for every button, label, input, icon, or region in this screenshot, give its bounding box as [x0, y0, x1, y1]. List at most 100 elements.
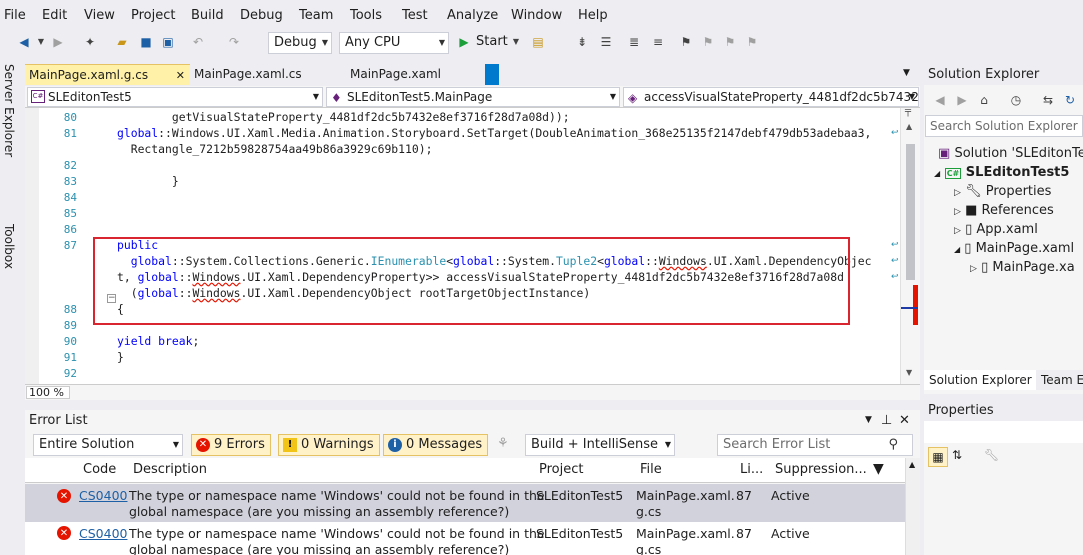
undo-icon[interactable]: ↶ [190, 34, 206, 50]
tree-item-project[interactable]: ◢ C# SLEditonTest5 [934, 163, 1069, 182]
tree-item-mainpage-xaml-cs[interactable]: ▷ ▯ MainPage.xa [970, 258, 1075, 277]
next-bookmark-icon[interactable]: ⚑ [722, 34, 738, 50]
error-file: MainPage.xaml. [636, 488, 735, 503]
warnings-filter-button[interactable]: ! 0 Warnings [278, 434, 380, 456]
step-icon[interactable]: ⇟ [574, 34, 590, 50]
chevron-down-icon[interactable]: ▼ [508, 34, 524, 50]
menu-file[interactable]: File [4, 8, 26, 23]
menu-debug[interactable]: Debug [240, 8, 283, 23]
tree-item-properties[interactable]: ▷ 🔧︎ Properties [954, 182, 1051, 201]
scope-dropdown[interactable]: Entire Solution ▼ [33, 434, 183, 456]
tab-team-explorer[interactable]: Team E [1036, 370, 1083, 390]
chevron-down-icon[interactable]: ▼ [903, 68, 910, 78]
sync-icon[interactable]: ⇆ [1040, 92, 1056, 108]
col-suppression[interactable]: Suppression... [775, 462, 867, 477]
error-code-link[interactable]: CS0400 [79, 488, 127, 504]
error-row[interactable]: ✕ CS0400 The type or namespace name 'Win… [25, 484, 905, 522]
errors-filter-button[interactable]: ✕ 9 Errors [191, 434, 271, 456]
member-dropdown[interactable]: ◈ accessVisualStateProperty_4481df2dc5b7… [623, 87, 919, 107]
chevron-down-icon[interactable]: ▼ [865, 410, 872, 431]
split-icon[interactable]: ╤ [905, 106, 911, 117]
search-solution-explorer-input[interactable]: Search Solution Explorer ( [925, 115, 1083, 137]
error-list-scrollbar[interactable]: ▲ [905, 458, 920, 555]
col-description[interactable]: Description [133, 462, 207, 477]
home-icon[interactable]: ⌂ [976, 92, 992, 108]
align-icon[interactable]: ≣ [626, 34, 642, 50]
clear-bookmark-icon[interactable]: ⚑ [744, 34, 760, 50]
menu-build[interactable]: Build [191, 8, 224, 23]
line-number: 82 [63, 159, 77, 172]
properties-object-selector[interactable] [924, 421, 1083, 443]
messages-filter-button[interactable]: i 0 Messages [383, 434, 489, 456]
bookmark-icon[interactable]: ⚑ [678, 34, 694, 50]
tree-item-app-xaml[interactable]: ▷ ▯ App.xaml [954, 220, 1038, 239]
forward-icon[interactable]: ▶ [954, 92, 970, 108]
error-code-link[interactable]: CS0400 [79, 526, 127, 542]
menu-view[interactable]: View [84, 8, 115, 23]
platform-dropdown[interactable]: Any CPU ▼ [339, 32, 449, 54]
messages-label: 0 Messages [406, 437, 483, 452]
menu-edit[interactable]: Edit [42, 8, 67, 23]
browser-link-icon[interactable]: ▤ [530, 34, 546, 50]
editor-scrollbar[interactable]: ╤ ▲ ▼ [900, 106, 920, 384]
start-icon[interactable]: ▶ [456, 34, 472, 50]
open-file-icon[interactable]: ▰ [114, 34, 130, 50]
menu-window[interactable]: Window [511, 8, 562, 23]
refresh-icon[interactable]: ↻ [1062, 92, 1078, 108]
scroll-down-icon[interactable]: ▼ [906, 368, 912, 377]
back-icon[interactable]: ◀ [16, 34, 32, 50]
toolbox-tab[interactable]: Toolbox [2, 224, 16, 269]
tab-solution-explorer[interactable]: Solution Explorer [924, 370, 1036, 390]
menu-help[interactable]: Help [578, 8, 608, 23]
prev-bookmark-icon[interactable]: ⚑ [700, 34, 716, 50]
categorized-icon[interactable]: ▦ [928, 447, 948, 467]
tab-mainpage-g-cs[interactable]: MainPage.xaml.g.cs ✕ [25, 64, 190, 85]
pin-icon[interactable]: ⊥ [881, 410, 892, 431]
scroll-up-icon[interactable]: ▲ [906, 122, 912, 131]
back-icon[interactable]: ◀ [932, 92, 948, 108]
col-project[interactable]: Project [539, 462, 583, 477]
close-icon[interactable]: ✕ [899, 410, 910, 431]
menu-test[interactable]: Test [402, 8, 428, 23]
class-dropdown[interactable]: ♦ SLEditonTest5.MainPage ▼ [326, 87, 620, 107]
filter-icon[interactable]: ⚘ [497, 436, 509, 451]
col-line[interactable]: Li... [740, 462, 763, 477]
filter-icon[interactable]: ▼ [873, 461, 884, 477]
menu-tools[interactable]: Tools [350, 8, 382, 23]
scroll-up-icon[interactable]: ▲ [909, 460, 915, 469]
history-icon[interactable]: ◷ [1008, 92, 1024, 108]
col-file[interactable]: File [640, 462, 662, 477]
tree-item-solution[interactable]: ▣ Solution 'SLEditonTest5 [938, 144, 1083, 163]
error-row[interactable]: ✕ CS0400 The type or namespace name 'Win… [25, 522, 905, 555]
project-dropdown[interactable]: C# SLEditonTest5 ▼ [27, 87, 323, 107]
menu-team[interactable]: Team [299, 8, 333, 23]
forward-icon[interactable]: ▶ [50, 34, 66, 50]
redo-icon[interactable]: ↷ [226, 34, 242, 50]
save-all-icon[interactable]: ▣ [160, 34, 176, 50]
solution-explorer-header: Solution Explorer [924, 64, 1083, 85]
build-filter-dropdown[interactable]: Build + IntelliSense ▼ [525, 434, 675, 456]
wrench-icon[interactable]: 🔧︎ [984, 448, 999, 462]
indent-icon[interactable]: ≡ [650, 34, 666, 50]
wrench-icon: 🔧︎ [965, 184, 982, 199]
tab-mainpage-cs[interactable]: MainPage.xaml.cs [190, 64, 350, 85]
tree-item-references[interactable]: ▷ ■ References [954, 201, 1054, 220]
start-button[interactable]: Start [476, 34, 508, 49]
tree-item-mainpage-xaml[interactable]: ◢ ▯ MainPage.xaml [954, 239, 1074, 258]
new-project-icon[interactable]: ✦ [82, 34, 98, 50]
col-code[interactable]: Code [83, 462, 116, 477]
error-list-panel: Error List ▼ ⊥ ✕ Entire Solution ▼ ✕ 9 E… [25, 410, 920, 555]
tab-mainpage-xaml[interactable]: MainPage.xaml [348, 64, 485, 85]
search-error-list-input[interactable]: Search Error List ⚲ [717, 434, 913, 456]
config-dropdown[interactable]: Debug ▼ [268, 32, 332, 54]
close-icon[interactable]: ✕ [176, 65, 185, 86]
menu-project[interactable]: Project [131, 8, 175, 23]
chevron-down-icon[interactable]: ▼ [33, 34, 49, 50]
hierarchy-icon[interactable]: ☰ [598, 34, 614, 50]
scroll-thumb[interactable] [906, 144, 915, 280]
server-explorer-tab[interactable]: Server Explorer [2, 64, 16, 157]
save-icon[interactable]: ■ [138, 34, 154, 50]
alphabetical-icon[interactable]: ⇅ [952, 448, 962, 462]
menu-analyze[interactable]: Analyze [447, 8, 498, 23]
zoom-dropdown[interactable]: 100 % [26, 386, 70, 399]
